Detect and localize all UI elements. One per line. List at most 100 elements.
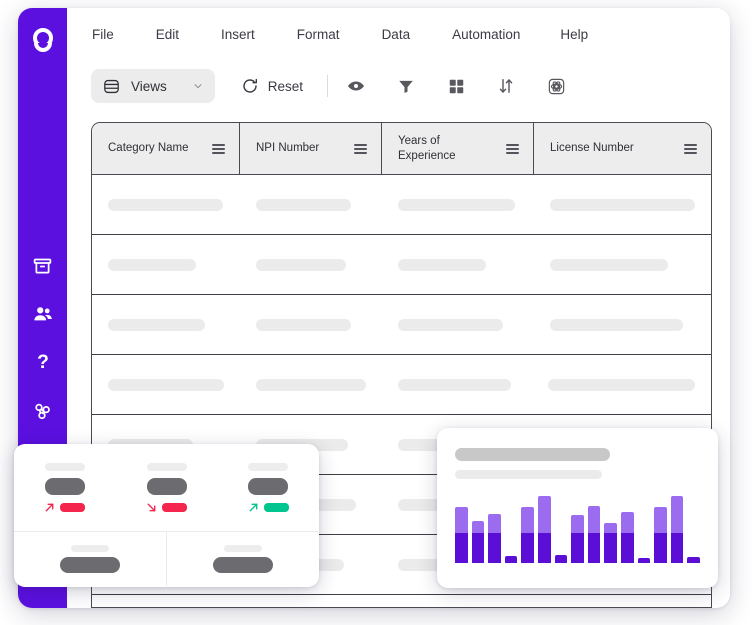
sidebar-item-webhooks[interactable] <box>30 397 56 423</box>
bar-segment-lower <box>637 557 651 563</box>
table-cell[interactable] <box>382 235 534 294</box>
cell-placeholder <box>550 258 668 271</box>
arrow-up-right-icon <box>249 503 258 511</box>
table-cell[interactable] <box>534 235 711 294</box>
table-cell[interactable] <box>240 175 382 234</box>
table-row[interactable] <box>92 295 711 355</box>
table-header-npi-number[interactable]: NPI Number <box>240 123 382 174</box>
column-menu-icon[interactable] <box>506 143 519 154</box>
menu-item-format[interactable]: Format <box>297 22 340 47</box>
table-header-license-number[interactable]: License Number <box>534 123 711 174</box>
mini-stat-label-placeholder <box>224 545 262 552</box>
bar-segment-lower <box>504 555 518 563</box>
group-button[interactable] <box>446 76 466 96</box>
table-header-category-name[interactable]: Category Name <box>92 123 240 174</box>
table-row[interactable] <box>92 355 711 415</box>
table-view-icon <box>104 79 119 93</box>
table-cell[interactable] <box>92 355 240 414</box>
bar-column <box>471 491 485 563</box>
bar-segment-lower <box>455 533 468 563</box>
table-cell[interactable] <box>532 355 711 414</box>
table-cell[interactable] <box>92 235 240 294</box>
mini-stat-right <box>167 532 319 586</box>
row-height-button[interactable] <box>546 76 566 96</box>
table-cell[interactable] <box>240 235 382 294</box>
cell-placeholder <box>108 318 205 331</box>
sidebar-item-archive[interactable] <box>30 253 56 279</box>
bar-chart <box>455 491 700 563</box>
hide-fields-button[interactable] <box>346 76 366 96</box>
bar-segment-upper <box>537 496 551 534</box>
logo-cup <box>33 43 52 52</box>
bar-column <box>620 491 634 563</box>
bar-column <box>571 491 584 563</box>
table-header-label: NPI Number <box>256 142 320 155</box>
sidebar-item-help[interactable]: ? <box>30 349 56 375</box>
table-cell[interactable] <box>240 355 382 414</box>
cell-placeholder <box>398 378 511 391</box>
metrics-card <box>14 444 319 587</box>
bar-column <box>654 491 667 563</box>
column-menu-icon[interactable] <box>212 143 225 154</box>
table-cell[interactable] <box>534 175 711 234</box>
filter-button[interactable] <box>396 76 416 96</box>
sidebar-item-users[interactable] <box>30 301 56 327</box>
bar-segment-upper <box>670 495 684 534</box>
menu-item-help[interactable]: Help <box>560 22 588 47</box>
bar-column <box>587 491 601 563</box>
bar-column <box>670 491 684 563</box>
bar-segment-upper <box>587 506 601 534</box>
menu-item-insert[interactable]: Insert <box>221 22 255 47</box>
sidebar-nav: ? <box>18 253 67 423</box>
reset-button[interactable]: Reset <box>241 77 303 95</box>
bar-segment-lower <box>554 554 568 563</box>
bar-segment-lower <box>488 533 501 563</box>
column-menu-icon[interactable] <box>684 143 697 154</box>
bar-segment-upper <box>604 522 617 534</box>
table-cell[interactable] <box>92 175 240 234</box>
table-header-years-of-experience[interactable]: Years of Experience <box>382 123 534 174</box>
bar-segment-upper <box>620 511 634 534</box>
metrics-row <box>14 444 319 532</box>
metric-delta-placeholder <box>263 502 289 512</box>
table-cell[interactable] <box>534 295 711 354</box>
toolbar-icon-group <box>346 76 566 96</box>
arrow-up-right-icon <box>45 503 54 511</box>
metric-item <box>217 444 319 531</box>
menu-item-file[interactable]: File <box>92 22 114 47</box>
cell-placeholder <box>256 378 366 391</box>
metric-delta <box>248 502 289 513</box>
views-button[interactable]: Views <box>91 69 215 103</box>
metric-value-placeholder <box>146 477 187 495</box>
metric-delta <box>44 502 86 513</box>
table-cell[interactable] <box>382 175 534 234</box>
eye-icon <box>348 81 365 91</box>
bar-segment-upper <box>521 507 534 534</box>
menu-item-data[interactable]: Data <box>382 22 411 47</box>
table-row[interactable] <box>92 175 711 235</box>
menu-item-automation[interactable]: Automation <box>452 22 520 47</box>
table-row[interactable] <box>92 235 711 295</box>
table-cell[interactable] <box>240 295 382 354</box>
cell-placeholder <box>398 198 515 211</box>
metric-value-placeholder <box>44 477 85 495</box>
menu-bar: File Edit Insert Format Data Automation … <box>67 8 730 60</box>
metric-delta-placeholder <box>60 502 86 512</box>
cell-placeholder <box>108 198 223 211</box>
question-mark-icon: ? <box>37 352 49 373</box>
cell-placeholder <box>550 198 695 211</box>
users-icon <box>33 307 52 321</box>
app-logo[interactable] <box>30 28 56 58</box>
sort-button[interactable] <box>496 76 516 96</box>
table-cell[interactable] <box>92 295 240 354</box>
table-cell[interactable] <box>382 295 534 354</box>
cell-placeholder <box>108 258 196 271</box>
bar-segment-lower <box>670 533 684 563</box>
archive-box-icon <box>33 258 52 273</box>
metric-delta <box>146 502 187 513</box>
column-menu-icon[interactable] <box>354 143 367 154</box>
table-cell[interactable] <box>382 355 532 414</box>
bar-column <box>504 491 518 563</box>
menu-item-edit[interactable]: Edit <box>156 22 179 47</box>
screenshot-stage: ? File Edit Insert Format Data Automatio… <box>0 0 752 625</box>
